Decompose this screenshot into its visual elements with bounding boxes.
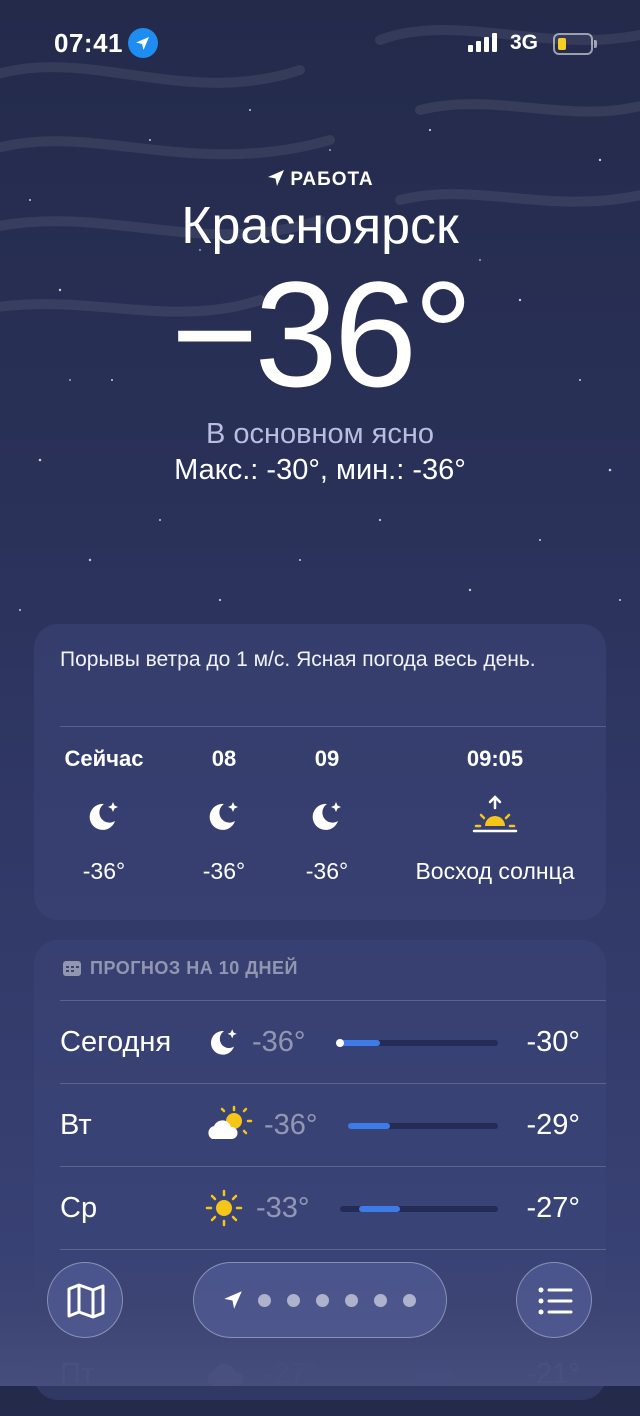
day-low: -36°: [264, 1109, 318, 1141]
day-low: -36°: [252, 1026, 306, 1058]
moon-stars-icon: [44, 794, 164, 838]
temp-range-bar: [336, 1039, 498, 1047]
map-button[interactable]: [47, 1262, 123, 1338]
hourly-item[interactable]: Сейчас -36°: [44, 746, 164, 885]
ten-day-title: ПРОГНОЗ НА 10 ДНЕЙ: [90, 958, 298, 978]
card-divider: [60, 1166, 606, 1167]
hourly-temp: -36°: [202, 858, 246, 884]
day-high: -30°: [526, 1026, 580, 1058]
moon-stars-icon: [267, 794, 387, 838]
temp-range-bar: [348, 1123, 498, 1129]
status-time: 07:41: [54, 28, 123, 58]
hourly-time: 08: [211, 746, 237, 771]
location-label-text: РАБОТА: [290, 169, 374, 190]
map-icon: [67, 1283, 105, 1319]
hourly-item[interactable]: 09:05 Восход солнца: [390, 746, 600, 885]
page-dot[interactable]: [403, 1294, 416, 1307]
partly-cloudy-sun-icon: [204, 1105, 254, 1150]
day-label: Вт: [60, 1109, 92, 1141]
forecast-summary: Порывы ветра до 1 м/с. Ясная погода весь…: [60, 648, 536, 671]
day-low: -33°: [256, 1192, 310, 1224]
daily-row[interactable]: Ср -33° -27°: [60, 1168, 580, 1250]
current-temperature: −36°: [170, 250, 473, 418]
day-high: -29°: [526, 1109, 580, 1141]
hourly-item[interactable]: 09 -36°: [267, 746, 387, 885]
hourly-temp: -36°: [305, 858, 349, 884]
location-label: РАБОТА: [0, 168, 640, 191]
sunrise-label: Восход солнца: [415, 858, 575, 884]
hourly-item[interactable]: 08 -36°: [164, 746, 284, 885]
card-divider: [60, 1000, 606, 1001]
sunrise-icon: [390, 794, 600, 838]
temp-range-fill: [348, 1123, 390, 1129]
card-divider: [60, 726, 606, 727]
day-label: Ср: [60, 1192, 98, 1224]
page-dot[interactable]: [316, 1294, 329, 1307]
current-temp-dot: [336, 1039, 344, 1047]
locations-list-button[interactable]: [516, 1262, 592, 1338]
calendar-icon: [63, 961, 81, 976]
temp-range-fill: [358, 1206, 401, 1212]
daily-row[interactable]: Вт -36° -29°: [60, 1085, 580, 1167]
page-dot[interactable]: [374, 1294, 387, 1307]
page-dot[interactable]: [345, 1294, 358, 1307]
page-dot[interactable]: [287, 1294, 300, 1307]
network-type: 3G: [510, 31, 539, 54]
daily-row[interactable]: Сегодня -36° -30°: [60, 1002, 580, 1084]
location-arrow-icon: [224, 1291, 242, 1309]
hourly-time: Сейчас: [64, 746, 144, 771]
battery-icon: [553, 33, 597, 55]
location-services-icon: [128, 28, 158, 58]
status-bar: 07:41 3G: [0, 26, 640, 66]
sun-icon: [204, 1188, 244, 1233]
day-high: -27°: [526, 1192, 580, 1224]
cellular-signal-icon: [468, 33, 497, 52]
card-divider: [60, 1083, 606, 1084]
high-low-text: Макс.: -30°, мин.: -36°: [174, 454, 466, 486]
city-name: Красноярск: [181, 197, 459, 255]
hourly-time: 09: [314, 746, 340, 771]
moon-stars-icon: [164, 794, 284, 838]
temp-range-bar: [340, 1206, 498, 1212]
page-dot[interactable]: [258, 1294, 271, 1307]
hourly-forecast-card[interactable]: Порывы ветра до 1 м/с. Ясная погода весь…: [34, 624, 606, 920]
location-arrow-icon: [268, 170, 285, 186]
list-icon: [538, 1287, 573, 1315]
page-indicator[interactable]: [193, 1262, 447, 1338]
day-label: Сегодня: [60, 1026, 172, 1058]
hourly-temp: -36°: [82, 858, 126, 884]
moon-stars-icon: [204, 1022, 244, 1067]
ten-day-header: ПРОГНОЗ НА 10 ДНЕЙ: [62, 958, 298, 979]
temp-range-fill: [338, 1040, 380, 1046]
hourly-time: 09:05: [466, 746, 524, 771]
condition-text: В основном ясно: [205, 418, 435, 450]
